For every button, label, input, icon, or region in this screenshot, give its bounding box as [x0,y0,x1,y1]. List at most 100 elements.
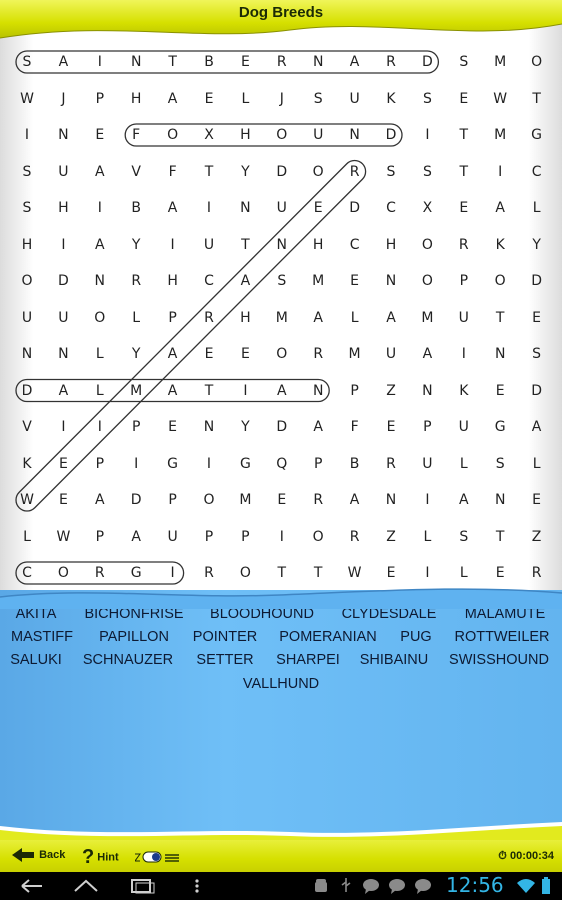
grid-letter[interactable]: M [337,344,373,364]
grid-letter[interactable]: D [373,125,409,145]
grid-letter[interactable]: Y [118,235,154,255]
grid-letter[interactable]: N [45,125,81,145]
grid-letter[interactable]: U [264,198,300,218]
grid-letter[interactable]: I [82,198,118,218]
grid-letter[interactable]: W [482,89,518,109]
grid-letter[interactable]: A [300,417,336,437]
grid-letter[interactable]: P [155,490,191,510]
grid-letter[interactable]: N [191,417,227,437]
grid-letter[interactable]: S [9,198,45,218]
grid-letter[interactable]: I [118,454,154,474]
grid-letter[interactable]: D [519,381,555,401]
grid-letter[interactable]: R [373,52,409,72]
grid-letter[interactable]: E [446,89,482,109]
grid-letter[interactable]: T [482,527,518,547]
grid-letter[interactable]: E [446,198,482,218]
grid-letter[interactable]: U [191,235,227,255]
grid-letter[interactable]: L [82,381,118,401]
grid-letter[interactable]: S [9,52,45,72]
overflow-menu-icon[interactable] [192,877,202,895]
grid-letter[interactable]: M [118,381,154,401]
grid-letter[interactable]: S [409,89,445,109]
grid-letter[interactable]: I [482,162,518,182]
grid-letter[interactable]: B [118,198,154,218]
grid-letter[interactable]: C [337,235,373,255]
grid-letter[interactable]: S [9,162,45,182]
grid-letter[interactable]: O [409,235,445,255]
grid-letter[interactable]: H [9,235,45,255]
grid-letter[interactable]: D [264,417,300,437]
grid-letter[interactable]: A [155,89,191,109]
grid-letter[interactable]: H [300,235,336,255]
grid-letter[interactable]: I [155,235,191,255]
grid-letter[interactable]: O [264,344,300,364]
grid-letter[interactable]: D [45,271,81,291]
grid-letter[interactable]: E [227,344,263,364]
grid-letter[interactable]: U [155,527,191,547]
grid-letter[interactable]: Y [519,235,555,255]
grid-letter[interactable]: O [191,490,227,510]
grid-letter[interactable]: N [300,381,336,401]
grid-letter[interactable]: E [373,417,409,437]
grid-letter[interactable]: X [409,198,445,218]
grid-letter[interactable]: N [118,52,154,72]
grid-letter[interactable]: E [373,563,409,583]
grid-letter[interactable]: R [300,344,336,364]
grid-letter[interactable]: I [155,563,191,583]
grid-letter[interactable]: A [45,381,81,401]
grid-letter[interactable]: N [373,490,409,510]
grid-letter[interactable]: A [446,490,482,510]
grid-letter[interactable]: W [45,527,81,547]
grid-letter[interactable]: T [264,563,300,583]
grid-letter[interactable]: U [446,308,482,328]
grid-letter[interactable]: O [227,563,263,583]
grid-letter[interactable]: N [227,198,263,218]
grid-letter[interactable]: A [337,490,373,510]
grid-letter[interactable]: A [409,344,445,364]
grid-letter[interactable]: T [191,381,227,401]
grid-letter[interactable]: I [264,527,300,547]
grid-letter[interactable]: O [409,271,445,291]
grid-letter[interactable]: I [409,563,445,583]
grid-letter[interactable]: K [9,454,45,474]
grid-letter[interactable]: R [264,52,300,72]
grid-letter[interactable]: U [45,308,81,328]
grid-letter[interactable]: E [227,52,263,72]
grid-letter[interactable]: U [337,89,373,109]
recent-apps-icon[interactable] [128,877,156,895]
grid-letter[interactable]: A [300,308,336,328]
grid-letter[interactable]: B [337,454,373,474]
grid-letter[interactable]: D [337,198,373,218]
grid-letter[interactable]: F [155,162,191,182]
grid-letter[interactable]: R [82,563,118,583]
grid-letter[interactable]: P [82,527,118,547]
grid-letter[interactable]: S [300,89,336,109]
back-button[interactable]: Back [10,846,65,864]
grid-letter[interactable]: S [446,527,482,547]
grid-letter[interactable]: D [409,52,445,72]
grid-letter[interactable]: A [118,527,154,547]
grid-letter[interactable]: G [118,563,154,583]
grid-letter[interactable]: P [300,454,336,474]
grid-letter[interactable]: M [409,308,445,328]
grid-letter[interactable]: K [482,235,518,255]
grid-letter[interactable]: Y [118,344,154,364]
grid-letter[interactable]: E [191,344,227,364]
grid-letter[interactable]: S [446,52,482,72]
grid-letter[interactable]: A [82,235,118,255]
grid-letter[interactable]: T [227,235,263,255]
grid-letter[interactable]: N [409,381,445,401]
grid-letter[interactable]: G [519,125,555,145]
grid-letter[interactable]: O [519,52,555,72]
grid-letter[interactable]: T [519,89,555,109]
grid-letter[interactable]: A [519,417,555,437]
letter-grid[interactable]: SAINTBERNARDSMOWJPHAELJSUKSEWTINEFOXHOUN… [0,20,562,620]
grid-letter[interactable]: T [482,308,518,328]
grid-letter[interactable]: T [155,52,191,72]
grid-letter[interactable]: A [155,198,191,218]
grid-letter[interactable]: Z [519,527,555,547]
grid-letter[interactable]: W [9,490,45,510]
grid-letter[interactable]: L [82,344,118,364]
grid-letter[interactable]: N [337,125,373,145]
grid-letter[interactable]: G [227,454,263,474]
